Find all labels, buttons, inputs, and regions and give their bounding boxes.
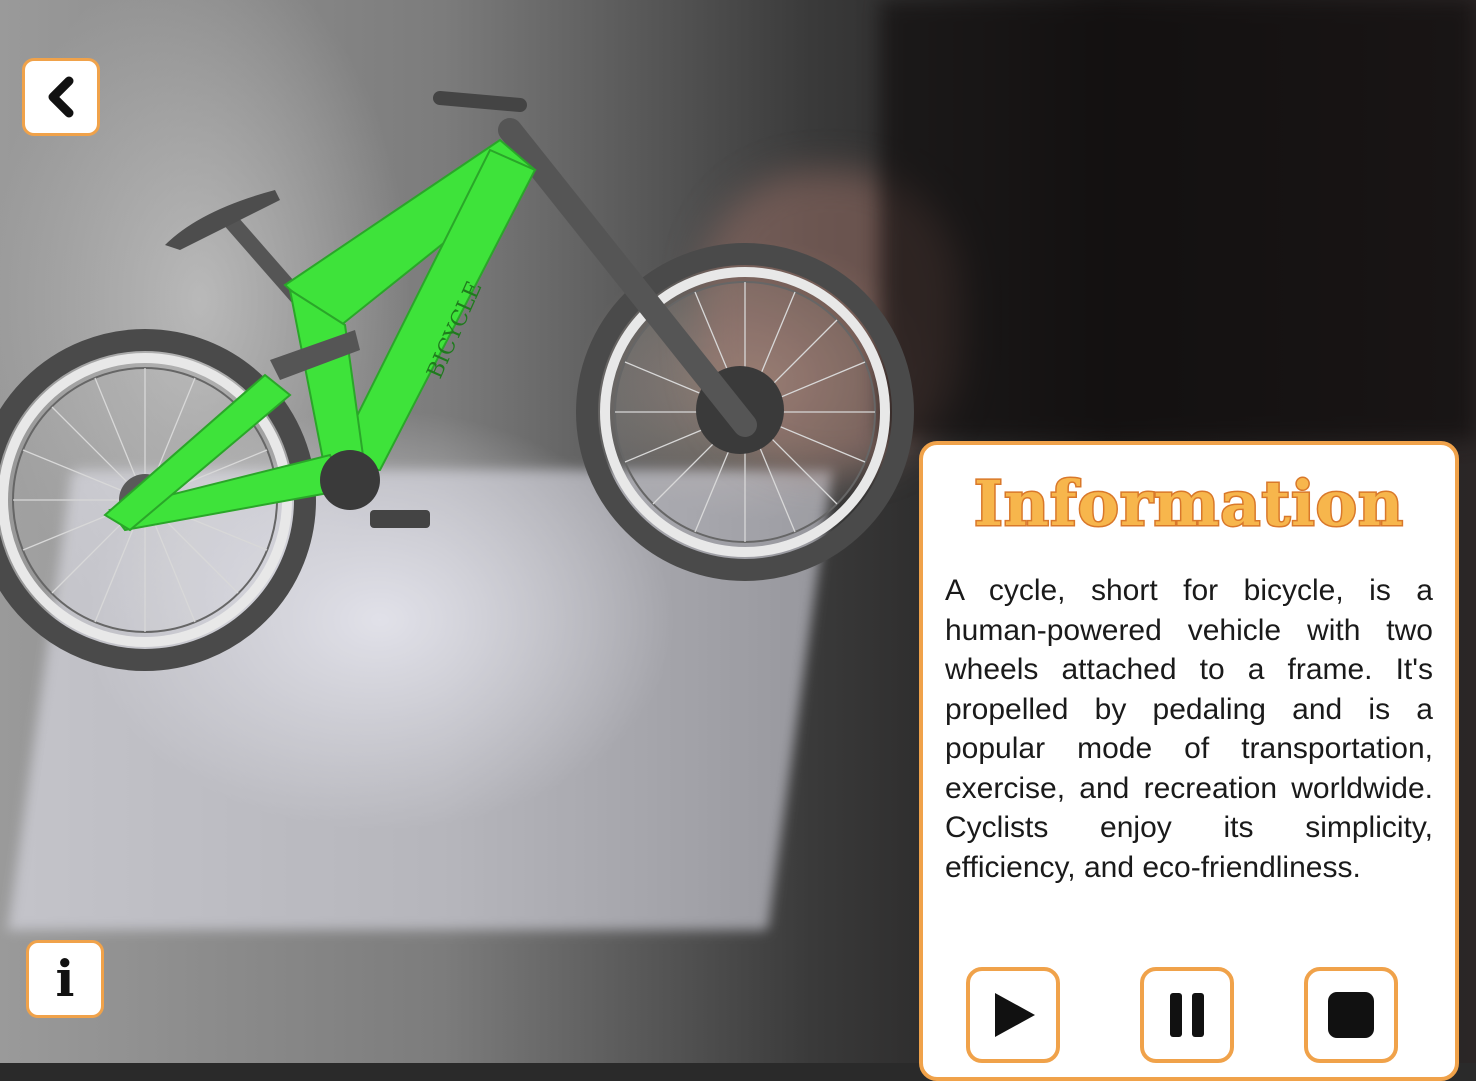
crankset bbox=[320, 450, 380, 510]
info-icon: i bbox=[55, 949, 75, 1008]
panel-description: A cycle, short for bicycle, is a human-p… bbox=[945, 574, 1433, 884]
stop-icon bbox=[1328, 992, 1374, 1038]
handlebar bbox=[433, 91, 527, 112]
panel-title: Information bbox=[972, 466, 1405, 542]
back-button[interactable] bbox=[22, 58, 100, 136]
info-button[interactable]: i bbox=[26, 940, 104, 1018]
bicycle-model[interactable]: BICYCLE bbox=[0, 60, 1000, 760]
stop-button[interactable] bbox=[1304, 967, 1398, 1063]
pause-button[interactable] bbox=[1140, 967, 1234, 1063]
play-icon bbox=[995, 993, 1035, 1037]
pedal bbox=[370, 510, 430, 528]
bike-seat bbox=[165, 190, 280, 250]
pause-icon bbox=[1170, 993, 1204, 1037]
chevron-left-icon bbox=[48, 76, 74, 118]
play-button[interactable] bbox=[966, 967, 1060, 1063]
information-panel: Information A cycle, short for bicycle, … bbox=[919, 441, 1459, 1081]
